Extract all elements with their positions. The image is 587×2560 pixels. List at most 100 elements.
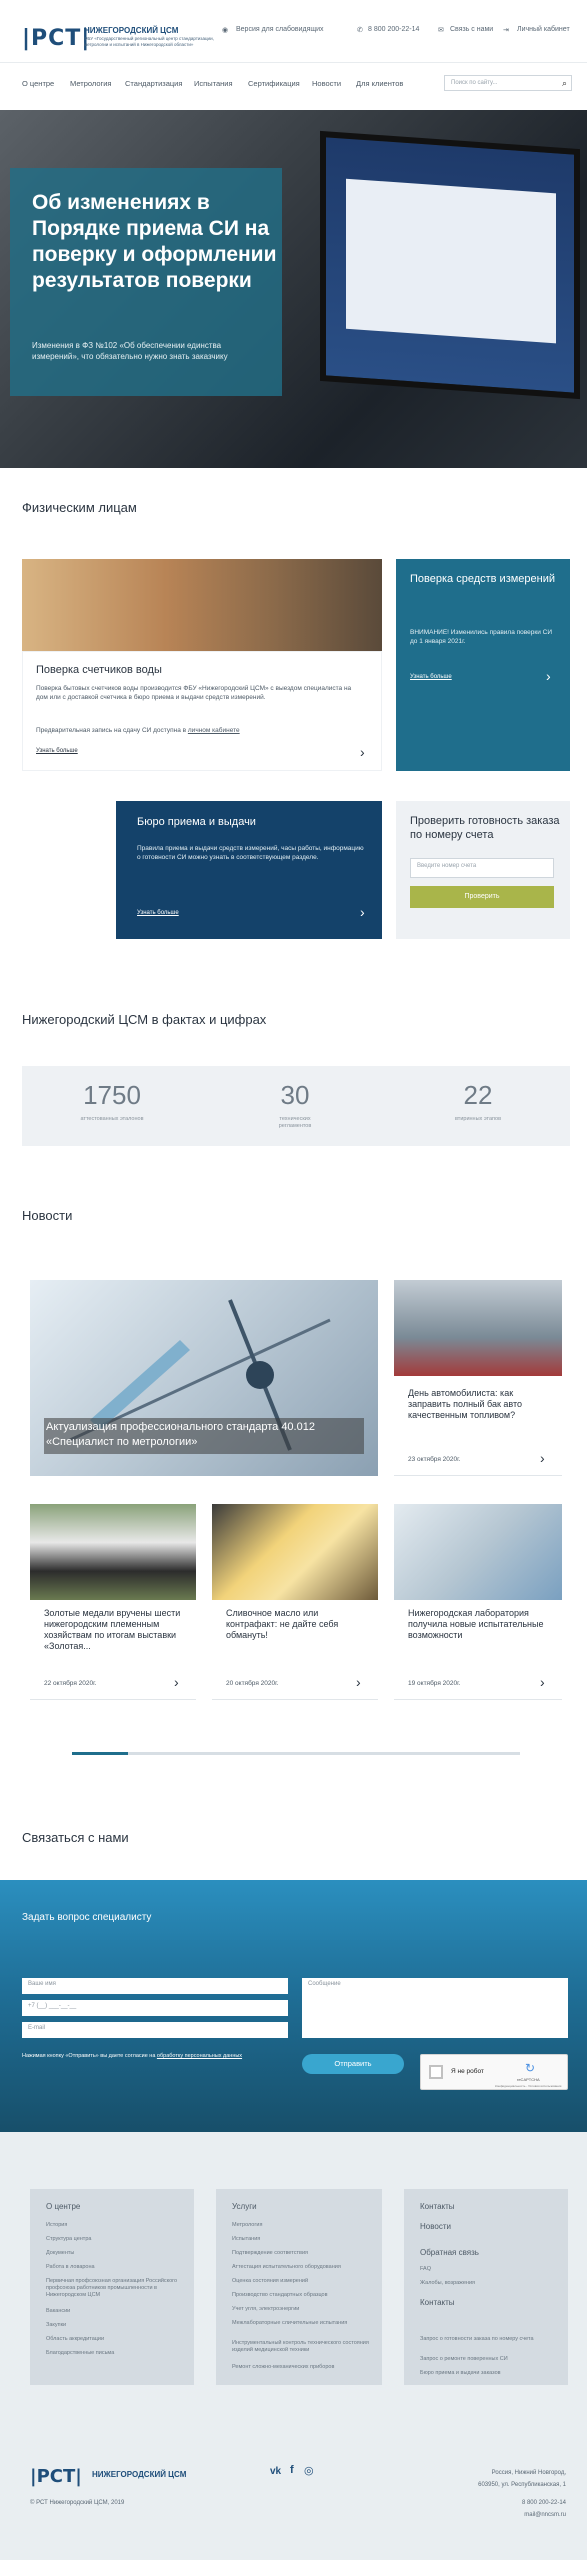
footer-link[interactable]: История	[46, 2222, 67, 2228]
footer-link[interactable]: Инструментальный контроль технического с…	[232, 2340, 372, 2354]
hero-subtitle: Изменения в ФЗ №102 «Об обеспечении един…	[32, 341, 228, 361]
footer-link[interactable]: Ремонт сложно-механических приборов	[232, 2364, 334, 2370]
footer-link[interactable]: Структура центра	[46, 2236, 91, 2242]
fact-label: втиринных этапов	[455, 1116, 501, 1122]
news-image-laboratory[interactable]	[394, 1504, 562, 1600]
bureau-more-link[interactable]: Узнать больше	[137, 910, 179, 916]
facebook-icon[interactable]: f	[290, 2464, 294, 2476]
slider-dots[interactable]	[258, 458, 336, 476]
nav-about[interactable]: О центре	[22, 79, 54, 88]
vk-icon[interactable]: vk	[270, 2466, 281, 2477]
footer-link[interactable]: Аттестация испытательного оборудования	[232, 2264, 341, 2270]
news-date: 22 октября 2020г.	[44, 1680, 97, 1687]
news-title[interactable]: Нижегородская лаборатория получила новые…	[408, 1608, 548, 1641]
footer-logo-name: НИЖЕГОРОДСКИЙ ЦСМ	[92, 2470, 187, 2479]
verify-card-title: Поверка средств измерений	[410, 573, 556, 585]
fact-label: аттестованных эталонов	[80, 1116, 144, 1122]
footer-link[interactable]: Работа в ловарона	[46, 2264, 95, 2270]
news-date: 23 октября 2020г.	[408, 1456, 461, 1463]
instagram-icon[interactable]: ◎	[304, 2464, 314, 2477]
check-button[interactable]: Проверить	[410, 886, 554, 908]
chevron-right-icon[interactable]: ›	[546, 668, 551, 684]
news-title[interactable]: Сливочное масло или контрафакт: не дайте…	[226, 1608, 366, 1641]
meter-more-link[interactable]: Узнать больше	[36, 748, 78, 754]
footer-email[interactable]: mail@nncsm.ru	[466, 2512, 566, 2518]
hero-title[interactable]: Об изменениях в Порядке приема СИ на пов…	[32, 190, 282, 294]
footer-link[interactable]: Жалобы, возражения	[420, 2280, 475, 2286]
name-field[interactable]: Ваше имя	[22, 1978, 288, 1994]
nav-metrology[interactable]: Метрология	[70, 79, 111, 88]
footer-link[interactable]: Запрос о готовности заказа по номеру сче…	[420, 2336, 550, 2343]
captcha-terms[interactable]: Конфиденциальность - Условия использован…	[495, 2084, 561, 2088]
verify-card[interactable]	[396, 559, 570, 771]
facts-heading: Нижегородский ЦСМ в фактах и цифрах	[22, 1012, 267, 1027]
news-pager-track[interactable]	[128, 1752, 520, 1755]
footer-link[interactable]: Закупки	[46, 2322, 66, 2328]
news-title[interactable]: День автомобилиста: как заправить полный…	[408, 1388, 548, 1421]
invoice-number-input[interactable]: Введите номер счета	[410, 858, 554, 878]
footer-link[interactable]: Подтверждение соответствия	[232, 2250, 308, 2256]
message-field[interactable]: Сообщение	[302, 1978, 568, 2038]
phone-field[interactable]: +7 (__) ___-__-__	[22, 2000, 288, 2016]
logo-name: НИЖЕГОРОДСКИЙ ЦСМ	[84, 26, 179, 35]
contact-link[interactable]: Связь с нами	[450, 26, 493, 33]
footer-logo[interactable]: |РСТ|	[30, 2466, 82, 2487]
chevron-right-icon[interactable]: ›	[174, 1674, 179, 1690]
fact-label: технических регламентов	[278, 1116, 312, 1129]
footer-link[interactable]: Метрология	[232, 2222, 262, 2228]
address-line: 603950, ул. Республиканская, 1	[478, 2482, 566, 2488]
logo-description: ФБУ «Государственный региональный центр …	[84, 36, 214, 47]
cabinet-inline-link[interactable]: личном кабинете	[188, 727, 240, 734]
privacy-link[interactable]: обработку персональных данных	[157, 2053, 242, 2059]
footer-heading[interactable]: Новости	[420, 2222, 451, 2231]
footer-heading[interactable]: Услуги	[232, 2202, 257, 2211]
news-image-fuel[interactable]	[394, 1280, 562, 1376]
footer-link[interactable]: Производство стандартных образцов	[232, 2292, 328, 2298]
news-pager-active[interactable]	[72, 1752, 128, 1755]
search-icon[interactable]: ⌕	[562, 78, 567, 89]
news-image-butter[interactable]	[212, 1504, 378, 1600]
nav-news[interactable]: Новости	[312, 79, 341, 88]
vision-version-link[interactable]: Версия для слабовидящих	[236, 26, 324, 33]
chevron-right-icon[interactable]: ›	[360, 904, 365, 920]
email-field[interactable]: E-mail	[22, 2022, 288, 2038]
footer-link[interactable]: Межлабораторные сличительные испытания	[232, 2320, 372, 2327]
footer-link[interactable]: Вакансии	[46, 2308, 70, 2314]
search-input[interactable]: Поиск по сайту... ⌕	[444, 75, 572, 91]
featured-news-title[interactable]: Актуализация профессионального стандарта…	[46, 1420, 356, 1450]
footer-link[interactable]: Испытания	[232, 2236, 260, 2242]
verify-more-link[interactable]: Узнать больше	[410, 674, 452, 680]
footer-link[interactable]: Документы	[46, 2250, 74, 2256]
submit-button[interactable]: Отправить	[302, 2054, 404, 2074]
footer-heading[interactable]: Обратная связь	[420, 2248, 479, 2257]
nav-clients[interactable]: Для клиентов	[356, 79, 403, 88]
header-phone[interactable]: 8 800 200-22-14	[368, 26, 419, 33]
news-title[interactable]: Золотые медали вручены шести нижегородск…	[44, 1608, 184, 1652]
footer-link[interactable]: Оценка состояния измерений	[232, 2278, 308, 2284]
recaptcha-widget[interactable]: Я не робот ↻ reCAPTCHA Конфиденциальност…	[420, 2054, 568, 2090]
eye-icon: ◉	[222, 27, 229, 34]
footer-heading[interactable]: Контакты	[420, 2202, 455, 2211]
footer-link[interactable]: FAQ	[420, 2266, 431, 2272]
chevron-right-icon[interactable]: ›	[540, 1450, 545, 1466]
footer-link[interactable]: Благодарственные письма	[46, 2350, 114, 2356]
nav-testing[interactable]: Испытания	[194, 79, 233, 88]
footer-link[interactable]: Бюро приема и выдачи заказов	[420, 2370, 501, 2376]
chevron-right-icon[interactable]: ›	[360, 744, 365, 760]
copyright: © РСТ Нижегородский ЦСМ, 2019	[30, 2500, 125, 2506]
captcha-checkbox[interactable]	[429, 2065, 443, 2079]
footer-phone[interactable]: 8 800 200-22-14	[466, 2500, 566, 2506]
footer-heading[interactable]: Контакты	[420, 2298, 455, 2307]
chevron-right-icon[interactable]: ›	[356, 1674, 361, 1690]
cabinet-link[interactable]: Личный кабинет	[517, 26, 570, 33]
nav-standardization[interactable]: Стандартизация	[125, 79, 182, 88]
nav-certification[interactable]: Сертификация	[248, 79, 300, 88]
chevron-right-icon[interactable]: ›	[540, 1674, 545, 1690]
footer-link[interactable]: Область аккредитации	[46, 2336, 104, 2342]
footer-link[interactable]: Первичная профсоюзная организация Россий…	[46, 2278, 186, 2299]
news-image-cows[interactable]	[30, 1504, 196, 1600]
footer-link[interactable]: Учет угля, электроэнергии	[232, 2306, 299, 2312]
footer-heading[interactable]: О центре	[46, 2202, 80, 2211]
logo[interactable]: |РСТ|	[22, 26, 90, 51]
footer-link[interactable]: Запрос о ремонте поверенных СИ	[420, 2356, 508, 2362]
